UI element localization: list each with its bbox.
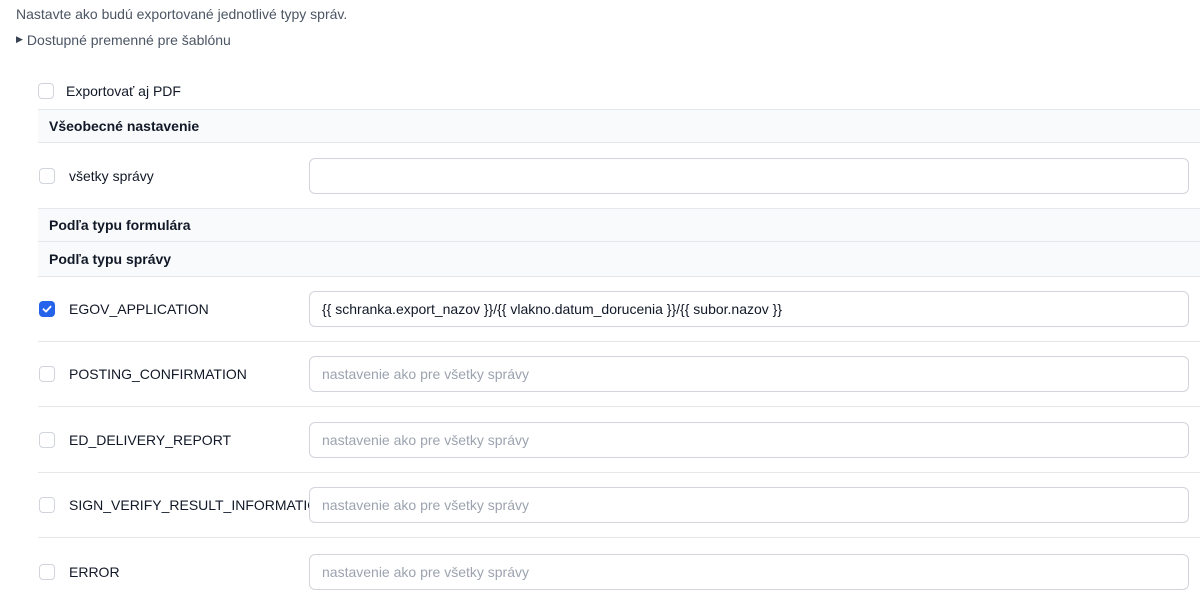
row-sign-verify-result-information: SIGN_VERIFY_RESULT_INFORMATION — [38, 473, 1200, 538]
all-messages-checkbox[interactable] — [39, 167, 55, 184]
export-pdf-label: Exportovať aj PDF — [66, 83, 181, 99]
posting-confirmation-checkbox[interactable] — [39, 366, 55, 382]
intro-text: Nastavte ako budú exportované jednotlivé… — [16, 6, 348, 22]
error-checkbox[interactable] — [39, 563, 55, 580]
checkmark-icon — [42, 305, 52, 313]
egov-application-label: EGOV_APPLICATION — [69, 301, 209, 317]
sign-verify-result-information-checkbox[interactable] — [39, 497, 55, 513]
row-error: ERROR — [38, 539, 1200, 604]
posting-confirmation-input[interactable] — [309, 356, 1189, 392]
template-variables-label: Dostupné premenné pre šablónu — [26, 32, 231, 48]
row-ed-delivery-report: ED_DELIVERY_REPORT — [38, 408, 1200, 473]
section-general-header: Všeobecné nastavenie — [38, 109, 1200, 143]
export-pdf-row: Exportovať aj PDF — [38, 73, 1200, 109]
error-label: ERROR — [69, 563, 120, 580]
row-egov-application: EGOV_APPLICATION — [38, 277, 1200, 342]
posting-confirmation-label: POSTING_CONFIRMATION — [69, 366, 247, 382]
section-message-type-header: Podľa typu správy — [38, 242, 1200, 277]
egov-application-checkbox[interactable] — [39, 301, 55, 317]
row-all-messages: všetky správy — [38, 143, 1200, 208]
section-form-type-header: Podľa typu formulára — [38, 208, 1200, 242]
export-pdf-checkbox[interactable] — [38, 83, 54, 99]
ed-delivery-report-label: ED_DELIVERY_REPORT — [69, 432, 232, 448]
all-messages-label: všetky správy — [69, 167, 154, 184]
ed-delivery-report-checkbox[interactable] — [39, 432, 55, 448]
sign-verify-result-information-input[interactable] — [309, 487, 1189, 523]
all-messages-input[interactable] — [309, 157, 1189, 194]
row-posting-confirmation: POSTING_CONFIRMATION — [38, 342, 1200, 407]
ed-delivery-report-input[interactable] — [309, 422, 1189, 458]
template-variables-toggle[interactable]: ▶ Dostupné premenné pre šablónu — [16, 32, 231, 48]
error-input[interactable] — [309, 553, 1189, 590]
sign-verify-result-information-label: SIGN_VERIFY_RESULT_INFORMATION — [69, 497, 329, 513]
disclosure-triangle-icon: ▶ — [16, 33, 23, 44]
egov-application-input[interactable] — [309, 291, 1189, 327]
